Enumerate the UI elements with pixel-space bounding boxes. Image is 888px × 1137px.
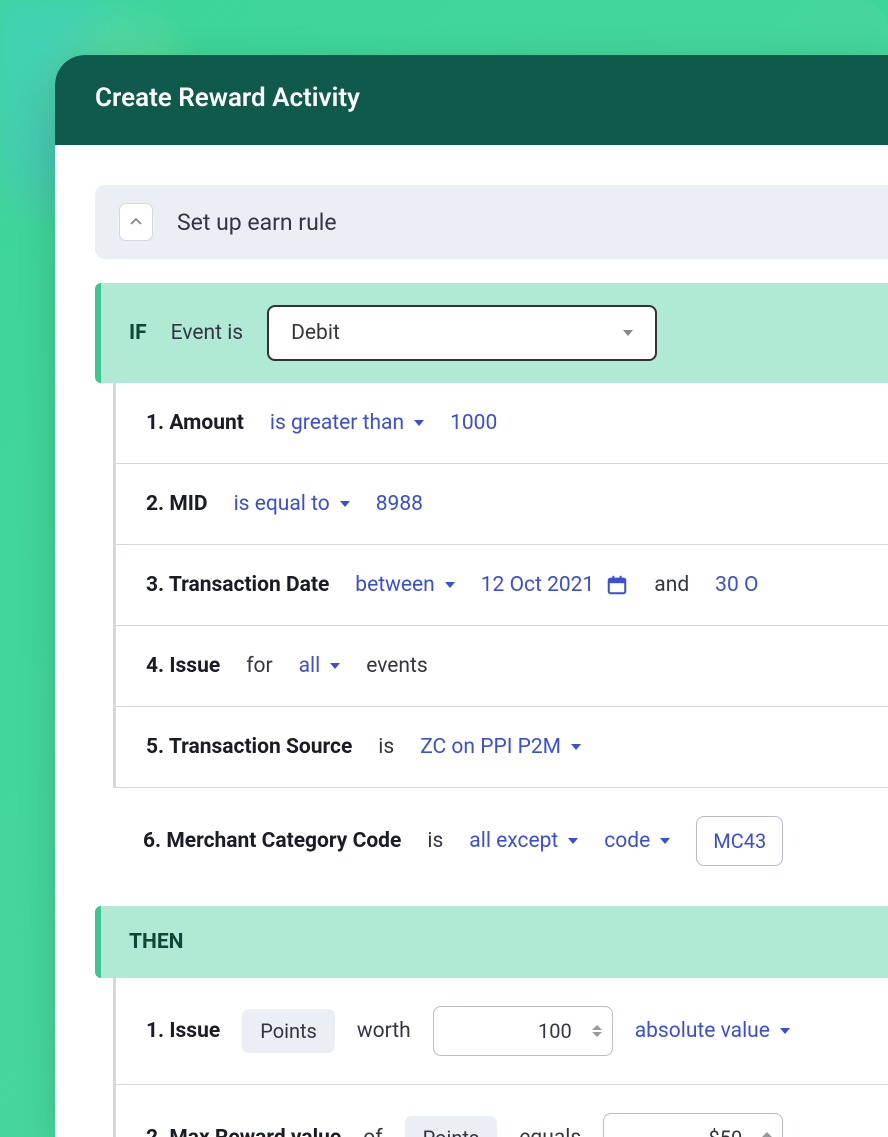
- rule-mid: 2. MID is equal to 8988: [116, 464, 888, 545]
- calendar-icon: [606, 574, 628, 596]
- then-block: THEN: [95, 906, 888, 978]
- then-rule-max-reward: 2. Max Reward value of Points equals $50: [116, 1085, 888, 1137]
- date-to[interactable]: 30 O: [715, 573, 758, 597]
- event-is-label: Event is: [171, 321, 243, 345]
- chevron-down-icon: [780, 1028, 790, 1034]
- setup-label: Set up earn rule: [177, 209, 337, 236]
- chevron-down-icon: [571, 744, 581, 750]
- value-mode-dropdown[interactable]: absolute value: [635, 1019, 790, 1043]
- if-label: IF: [129, 321, 147, 345]
- collapse-button[interactable]: [119, 203, 153, 241]
- chevron-up-icon: [130, 218, 142, 226]
- mcc-code-input[interactable]: MC43: [696, 816, 783, 866]
- rule-transaction-date: 3. Transaction Date between 12 Oct 2021 …: [116, 545, 888, 626]
- event-select[interactable]: Debit: [267, 305, 657, 361]
- stepper-icon: [762, 1132, 772, 1137]
- mid-operator-dropdown[interactable]: is equal to: [234, 492, 350, 516]
- mid-value[interactable]: 8988: [376, 492, 423, 516]
- date-from[interactable]: 12 Oct 2021: [481, 573, 629, 597]
- max-reward-input[interactable]: $50: [603, 1113, 783, 1137]
- rule-mcc: 6. Merchant Category Code is all except …: [113, 788, 888, 894]
- page-header: Create Reward Activity: [55, 55, 888, 145]
- points-worth-input[interactable]: 100: [433, 1006, 613, 1056]
- if-rules-list: 1. Amount is greater than 1000 2. MID is…: [113, 383, 888, 788]
- chevron-down-icon: [340, 501, 350, 507]
- rule-amount: 1. Amount is greater than 1000: [116, 383, 888, 464]
- date-and-label: and: [654, 573, 689, 597]
- amount-value[interactable]: 1000: [450, 411, 497, 435]
- then-rule-issue: 1. Issue Points worth 100 absolute value: [116, 978, 888, 1085]
- transaction-source-dropdown[interactable]: ZC on PPI P2M: [420, 735, 581, 759]
- mcc-operator-dropdown[interactable]: all except: [469, 829, 578, 853]
- rule-transaction-source: 5. Transaction Source is ZC on PPI P2M: [116, 707, 888, 788]
- chevron-down-icon: [445, 582, 455, 588]
- points-pill[interactable]: Points: [405, 1116, 498, 1137]
- mcc-code-dropdown[interactable]: code: [604, 829, 670, 853]
- points-pill[interactable]: Points: [242, 1009, 335, 1053]
- issue-scope-dropdown[interactable]: all: [299, 654, 341, 678]
- chevron-down-icon: [568, 838, 578, 844]
- chevron-down-icon: [330, 663, 340, 669]
- then-label: THEN: [129, 930, 183, 954]
- rule-issue: 4. Issue for all events: [116, 626, 888, 707]
- page-title: Create Reward Activity: [95, 83, 848, 113]
- event-select-value: Debit: [291, 321, 340, 345]
- chevron-down-icon: [414, 420, 424, 426]
- then-rules-list: 1. Issue Points worth 100 absolute value…: [113, 978, 888, 1137]
- setup-earn-rule-bar: Set up earn rule: [95, 185, 888, 259]
- chevron-down-icon: [623, 330, 633, 336]
- chevron-down-icon: [660, 838, 670, 844]
- date-operator-dropdown[interactable]: between: [355, 573, 454, 597]
- amount-operator-dropdown[interactable]: is greater than: [270, 411, 424, 435]
- stepper-icon: [592, 1025, 602, 1037]
- if-condition-block: IF Event is Debit: [95, 283, 888, 383]
